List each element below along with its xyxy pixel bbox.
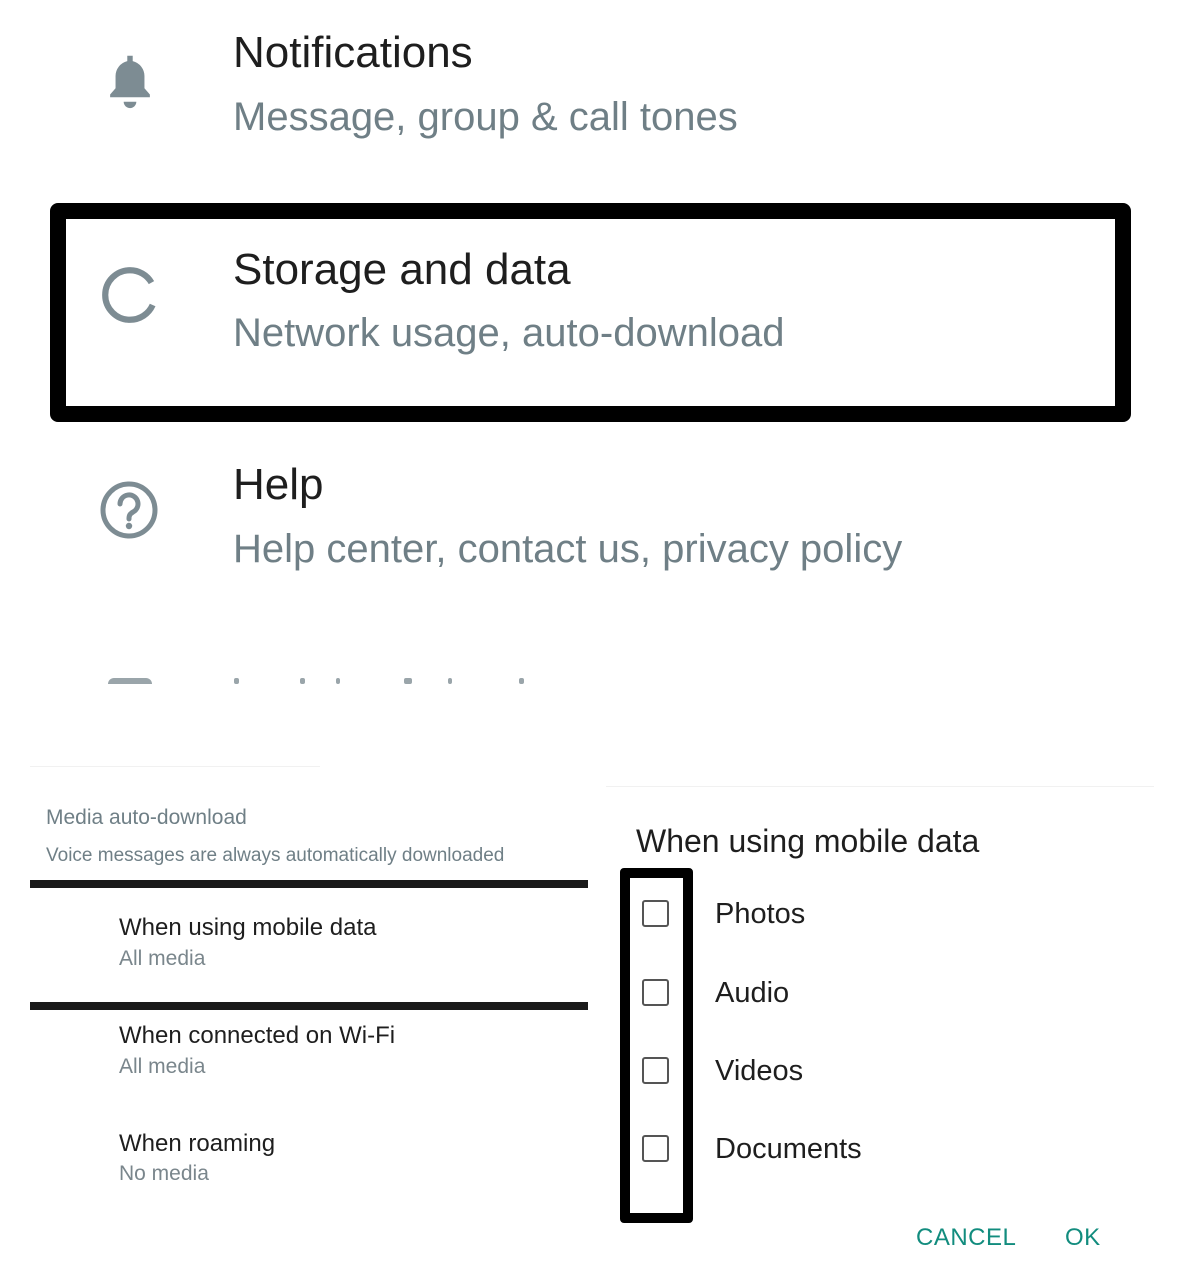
- ok-button[interactable]: OK: [1065, 1224, 1101, 1252]
- highlight-line-top: [30, 880, 588, 888]
- checkbox-label-videos[interactable]: Videos: [715, 1055, 803, 1088]
- help-subtitle: Help center, contact us, privacy policy: [233, 527, 903, 571]
- option-value: No media: [119, 1162, 209, 1185]
- checkbox-documents[interactable]: [642, 1135, 669, 1162]
- settings-item-help[interactable]: Help Help center, contact us, privacy po…: [0, 430, 1191, 620]
- dialog-title: When using mobile data: [636, 823, 980, 859]
- storage-subtitle: Network usage, auto-download: [233, 311, 785, 355]
- notifications-title: Notifications: [233, 28, 473, 77]
- checkbox-label-photos[interactable]: Photos: [715, 898, 805, 931]
- checkbox-label-documents[interactable]: Documents: [715, 1133, 862, 1166]
- help-title: Help: [233, 460, 324, 509]
- option-title: When using mobile data: [119, 914, 377, 941]
- bell-icon: [110, 55, 150, 109]
- checkbox-videos[interactable]: [642, 1057, 669, 1084]
- settings-item-storage-and-data[interactable]: Storage and data Network usage, auto-dow…: [66, 219, 1115, 406]
- option-title: When connected on Wi-Fi: [119, 1022, 396, 1049]
- option-title: When roaming: [119, 1130, 276, 1157]
- storage-title: Storage and data: [233, 245, 571, 294]
- notifications-subtitle: Message, group & call tones: [233, 95, 738, 139]
- highlight-line-bottom: [30, 1002, 588, 1010]
- option-value: All media: [119, 1055, 206, 1078]
- checkbox-audio[interactable]: [642, 979, 669, 1006]
- divider: [606, 786, 1154, 787]
- settings-item-notifications[interactable]: Notifications Message, group & call tone…: [0, 0, 1191, 190]
- checkbox-photos[interactable]: [642, 900, 669, 927]
- cancel-button[interactable]: CANCEL: [916, 1224, 1016, 1252]
- option-wifi[interactable]: When connected on Wi-Fi All media: [30, 1012, 588, 1112]
- checkbox-label-audio[interactable]: Audio: [715, 977, 789, 1010]
- cropped-next-row: [0, 678, 1191, 690]
- storage-ring-icon: [102, 267, 158, 323]
- divider: [30, 766, 320, 767]
- section-heading: Media auto-download: [46, 806, 247, 829]
- option-value: All media: [119, 947, 206, 970]
- help-circle-icon: [100, 481, 158, 539]
- option-roaming[interactable]: When roaming No media: [30, 1120, 588, 1220]
- section-note: Voice messages are always automatically …: [46, 845, 505, 866]
- option-mobile-data[interactable]: When using mobile data All media: [30, 890, 588, 1000]
